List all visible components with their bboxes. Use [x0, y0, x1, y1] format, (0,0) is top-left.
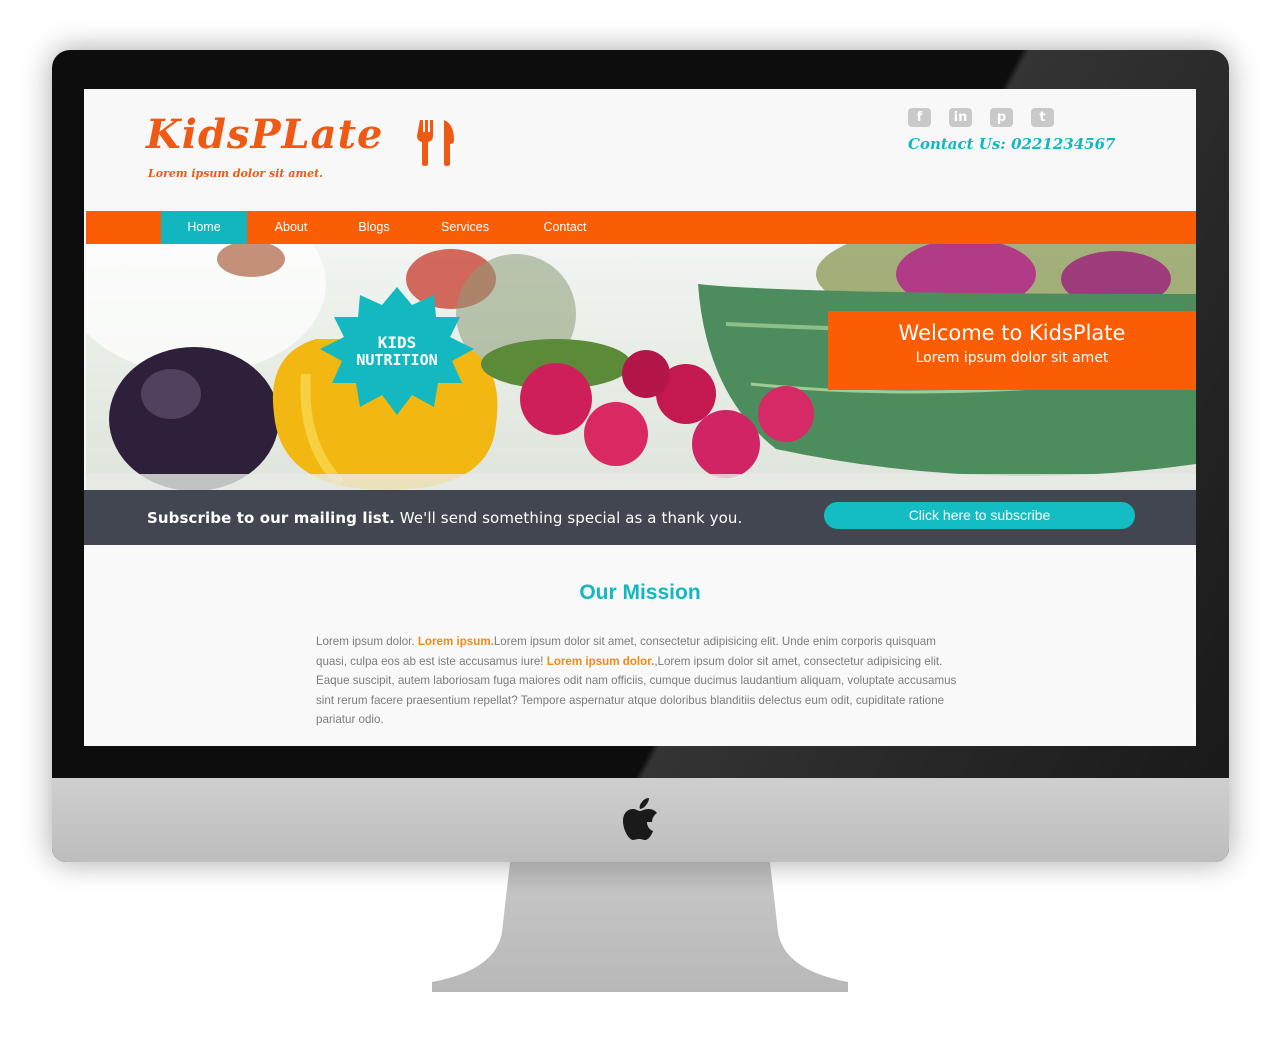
website-screen: KidsPLate Lorem ipsum dolor sit amet. f …	[84, 89, 1196, 746]
subscribe-message: Subscribe to our mailing list. We'll sen…	[147, 509, 742, 527]
social-links: f in p t	[908, 108, 1054, 127]
apple-logo-icon	[623, 798, 657, 840]
nav-about[interactable]: About	[260, 211, 322, 244]
site-header: KidsPLate Lorem ipsum dolor sit amet. f …	[84, 89, 1196, 211]
badge-line1: KIDS	[378, 333, 417, 352]
nav-contact[interactable]: Contact	[532, 211, 598, 244]
brand-logo-text[interactable]: KidsPLate	[146, 111, 384, 158]
mission-highlight-1: Lorem ipsum.	[417, 635, 494, 648]
welcome-box: Welcome to KidsPlate Lorem ipsum dolor s…	[828, 311, 1196, 390]
welcome-title: Welcome to KidsPlate	[898, 321, 1126, 345]
pinterest-icon[interactable]: p	[990, 108, 1013, 127]
subscribe-bold-text: Subscribe to our mailing list.	[147, 509, 395, 527]
contact-phone: Contact Us: 0221234567	[908, 135, 1116, 153]
nav-home[interactable]: Home	[161, 211, 247, 244]
mission-section: Our Mission Lorem ipsum dolor. Lorem ips…	[84, 545, 1196, 746]
monitor-stand	[432, 862, 848, 992]
twitter-icon[interactable]: t	[1031, 108, 1054, 127]
subscribe-bar: Subscribe to our mailing list. We'll sen…	[84, 490, 1196, 545]
subscribe-text: We'll send something special as a thank …	[399, 509, 743, 527]
mission-highlight-2: Lorem ipsum dolor.	[546, 654, 655, 668]
linkedin-icon[interactable]: in	[949, 108, 972, 127]
brand-tagline: Lorem ipsum dolor sit amet.	[148, 167, 323, 180]
facebook-icon[interactable]: f	[908, 108, 931, 127]
main-navigation: Home About Blogs Services Contact	[86, 211, 1196, 244]
nav-blogs[interactable]: Blogs	[344, 211, 404, 244]
mission-title: Our Mission	[579, 581, 701, 604]
welcome-subtitle: Lorem ipsum dolor sit amet	[915, 350, 1109, 366]
nav-services[interactable]: Services	[430, 211, 500, 244]
hero-banner: KIDS NUTRITION Welcome to KidsPlate Lore…	[86, 244, 1196, 490]
kids-nutrition-badge: KIDS NUTRITION	[320, 287, 474, 415]
badge-line2: NUTRITION	[356, 351, 437, 369]
subscribe-button[interactable]: Click here to subscribe	[824, 502, 1135, 529]
mission-paragraph: Lorem ipsum dolor. Lorem ipsum.Lorem ips…	[316, 632, 966, 730]
mission-text-1: Lorem ipsum dolor.	[316, 635, 415, 648]
fork-knife-icon	[417, 120, 454, 166]
